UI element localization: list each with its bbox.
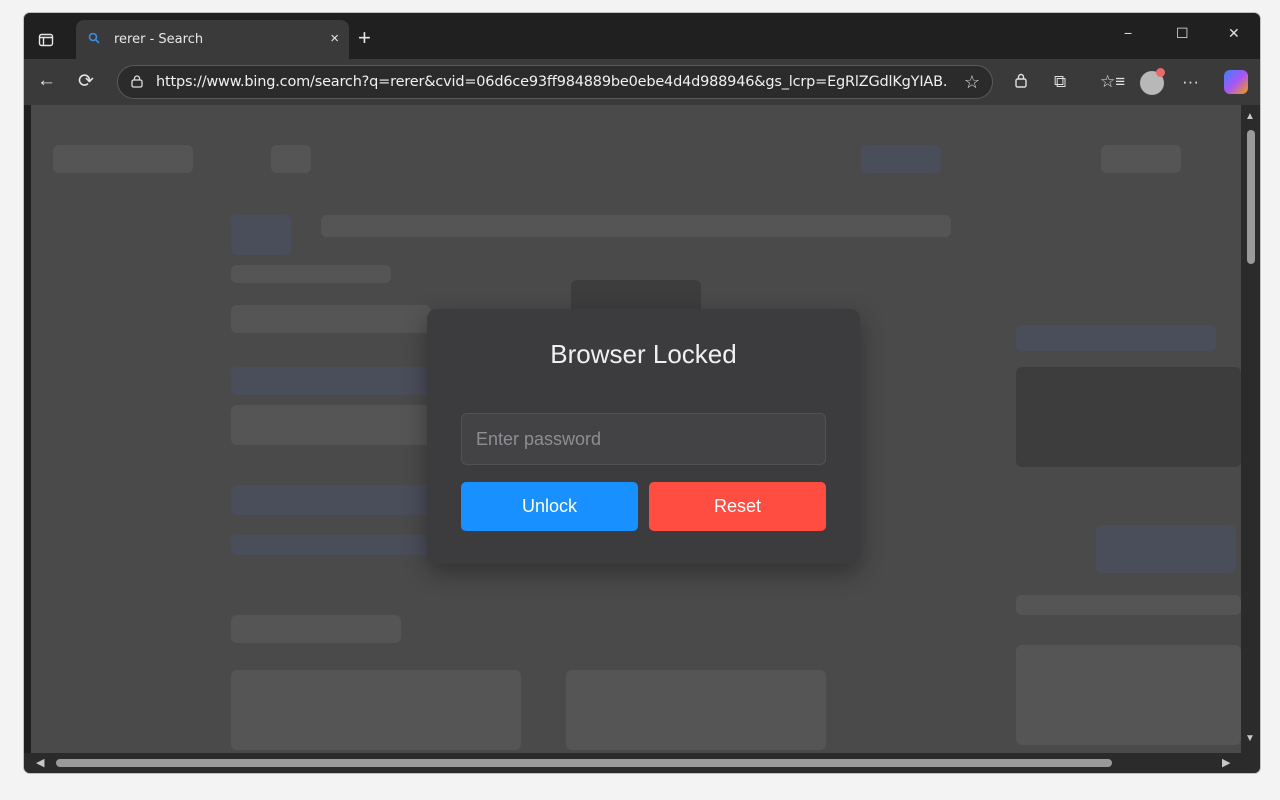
- bg-side-title: [1016, 325, 1216, 351]
- bg-side-button: [1096, 525, 1236, 573]
- lock-extension-icon[interactable]: [1014, 72, 1028, 93]
- maximize-icon[interactable]: ☐: [1176, 25, 1189, 42]
- unlock-button[interactable]: Unlock: [461, 482, 638, 531]
- bg-result-3: [231, 405, 431, 445]
- site-info-icon[interactable]: [130, 74, 150, 91]
- bg-tabs-row: [321, 215, 951, 237]
- toolbar: ← ⟳ https://www.bing.com/search?q=rerer&…: [24, 59, 1260, 105]
- favorites-icon[interactable]: ☆≡: [1100, 72, 1125, 92]
- address-bar[interactable]: https://www.bing.com/search?q=rerer&cvid…: [117, 65, 993, 99]
- bg-side-list: [1016, 645, 1241, 745]
- page-content-blurred: Browser Locked Unlock Reset: [31, 105, 1241, 753]
- bg-result-4: [231, 485, 431, 515]
- bg-logo: [53, 145, 193, 173]
- back-icon[interactable]: ←: [37, 70, 56, 92]
- bg-side-images: [1016, 367, 1241, 467]
- reset-button[interactable]: Reset: [649, 482, 826, 531]
- tab-active[interactable]: rerer - Search ×: [76, 20, 349, 59]
- bg-result-2: [231, 367, 431, 395]
- bg-side-heading: [1016, 595, 1241, 615]
- vertical-scroll-thumb[interactable]: [1247, 130, 1255, 264]
- profile-notification-dot: [1156, 68, 1165, 77]
- browser-window: rerer - Search × + − ☐ ✕ ← ⟳ https://www…: [24, 13, 1260, 773]
- scroll-left-icon[interactable]: ◀: [36, 756, 44, 769]
- close-window-icon[interactable]: ✕: [1228, 25, 1240, 42]
- search-icon: [88, 32, 104, 47]
- bg-card-1: [231, 670, 521, 750]
- lock-dialog: Browser Locked Unlock Reset: [427, 309, 860, 564]
- new-tab-icon[interactable]: +: [358, 25, 371, 51]
- more-icon[interactable]: ···: [1182, 72, 1199, 92]
- dialog-title: Browser Locked: [550, 339, 737, 369]
- tab-actions-icon[interactable]: [34, 28, 58, 52]
- copilot-icon[interactable]: [1224, 70, 1248, 94]
- scroll-right-icon[interactable]: ▶: [1222, 756, 1230, 769]
- bg-result-5: [231, 535, 431, 555]
- bg-button: [861, 145, 941, 173]
- scroll-up-icon[interactable]: ▲: [1245, 111, 1255, 122]
- bg-tab: [231, 215, 291, 255]
- scroll-down-icon[interactable]: ▼: [1245, 733, 1255, 744]
- refresh-icon[interactable]: ⟳: [78, 70, 94, 93]
- close-tab-icon[interactable]: ×: [330, 30, 339, 47]
- password-input[interactable]: [461, 413, 826, 465]
- tab-strip: rerer - Search × + − ☐ ✕: [24, 13, 1260, 59]
- bg-signin: [1101, 145, 1181, 173]
- bg-search-box: [271, 145, 311, 173]
- vertical-scrollbar[interactable]: ▲ ▼: [1241, 105, 1260, 753]
- tab-title: rerer - Search: [114, 32, 204, 47]
- extensions-icon[interactable]: ⧉: [1054, 72, 1066, 92]
- bg-result-count: [231, 265, 391, 283]
- url-text: https://www.bing.com/search?q=rerer&cvid…: [156, 74, 946, 90]
- bg-card-2: [566, 670, 826, 750]
- bg-heading: [231, 615, 401, 643]
- favorite-icon[interactable]: ☆: [964, 72, 980, 93]
- bg-result-1: [231, 305, 431, 333]
- horizontal-scrollbar[interactable]: ◀ ▶: [24, 753, 1260, 773]
- minimize-icon[interactable]: −: [1124, 25, 1132, 41]
- horizontal-scroll-thumb[interactable]: [56, 759, 1112, 767]
